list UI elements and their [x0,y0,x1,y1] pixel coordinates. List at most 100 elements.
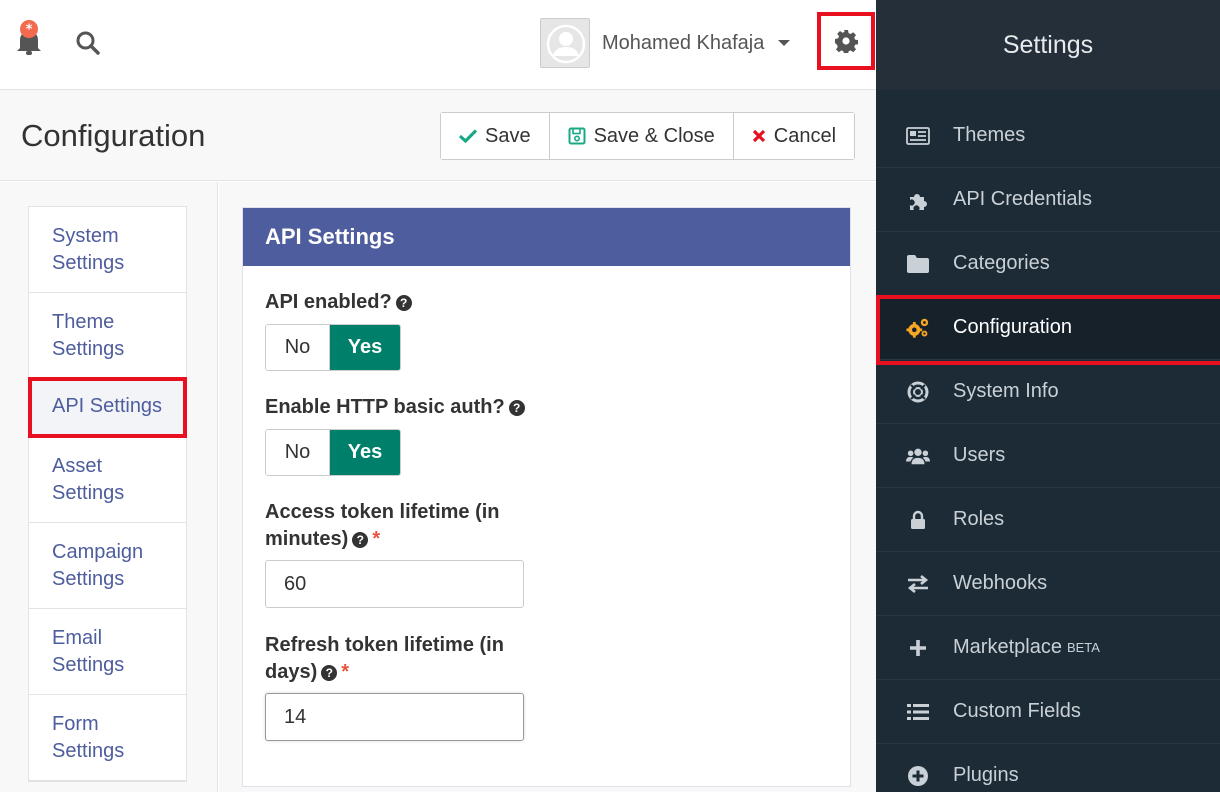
top-bar: * Mohamed Khafaja [0,0,876,90]
nav-item-label: Settings [52,740,125,762]
api-enabled-no-button[interactable]: No [266,325,330,370]
sidebar-item-system-info[interactable]: System Info [876,360,1220,424]
sidebar-item-label: API Credentials [953,188,1092,210]
api-enabled-yes-button[interactable]: Yes [330,325,400,370]
refresh-token-label-line: Refresh token lifetime (in [265,634,504,656]
nav-item-label: Campaign [52,541,144,563]
lock-icon [906,508,930,532]
nav-item-label: Settings [52,654,125,676]
api-enabled-label: API enabled?? [265,289,412,316]
access-token-label-line: Access token lifetime (in [265,501,500,523]
help-icon[interactable]: ? [352,532,369,548]
refresh-token-lifetime-input[interactable]: 14 [265,693,524,741]
sidebar-item-label: Roles [953,508,1005,530]
nav-item-campaign-settings[interactable]: Campaign Settings [29,523,186,609]
basic-auth-toggle: No Yes [265,429,401,476]
basic-auth-label: Enable HTTP basic auth?? [265,394,525,421]
sidebar-item-plugins[interactable]: Plugins [876,744,1220,792]
save-close-button-label: Save & Close [593,124,715,147]
sidebar-item-configuration[interactable]: Configuration [876,295,1220,365]
folder-icon [906,252,930,276]
sidebar-item-label: Custom Fields [953,700,1081,722]
life-ring-icon [906,380,930,404]
nav-item-api-settings[interactable]: API Settings [28,377,187,438]
page-title: Configuration [21,118,206,153]
help-icon[interactable]: ? [395,295,412,311]
settings-menu: Themes API Credentials Categories Config… [876,104,1220,792]
sidebar-item-label: Themes [953,124,1026,146]
sidebar-item-api-credentials[interactable]: API Credentials [876,168,1220,232]
sidebar-item-roles[interactable]: Roles [876,488,1220,552]
floppy-disk-icon [568,127,586,145]
sidebar-item-marketplace[interactable]: Marketplace BETA [876,616,1220,680]
sidebar-item-label: Plugins [953,764,1019,786]
sidebar-item-label: Webhooks [953,572,1048,594]
chevron-down-icon [778,40,791,46]
sidebar-title: Settings [876,0,1220,90]
toolbar-button-group: Save Save & Close Cancel [440,112,856,160]
nav-item-theme-settings[interactable]: Theme Settings [29,293,186,379]
user-menu[interactable]: Mohamed Khafaja [540,18,791,68]
nav-item-label: Asset [52,455,103,477]
nav-item-label: Theme [52,311,115,333]
access-token-label-line: minutes) [265,528,349,550]
refresh-token-label-line: days) [265,661,318,683]
svg-text:*: * [26,23,33,38]
nav-item-system-settings[interactable]: System Settings [29,207,186,293]
api-enabled-label-text: API enabled? [265,291,392,313]
sidebar-item-webhooks[interactable]: Webhooks [876,552,1220,616]
check-icon [459,129,477,143]
settings-sidebar: Settings Themes API Credentials Categori… [876,0,1220,792]
required-asterisk: * [372,528,381,550]
close-icon [752,129,766,143]
sidebar-item-themes[interactable]: Themes [876,104,1220,168]
config-section-nav: System Settings Theme Settings API Setti… [28,206,187,782]
basic-auth-label-text: Enable HTTP basic auth? [265,396,505,418]
cogs-icon [906,316,930,340]
basic-auth-no-button[interactable]: No [266,430,330,475]
nav-item-email-settings[interactable]: Email Settings [29,609,186,695]
nav-item-label: Settings [52,482,125,504]
save-close-button[interactable]: Save & Close [549,113,734,159]
settings-gear-button[interactable] [817,12,875,70]
sidebar-item-label: System Info [953,380,1059,402]
basic-auth-yes-button[interactable]: Yes [330,430,400,475]
sidebar-item-label: Configuration [953,316,1072,338]
notification-bell-icon[interactable]: * [14,18,44,58]
nav-item-label: API Settings [52,395,163,417]
puzzle-icon [906,188,930,212]
gear-icon [835,30,858,53]
beta-badge: BETA [1066,640,1100,655]
sidebar-item-label: Users [953,444,1006,466]
save-button-label: Save [485,124,531,147]
sidebar-item-label: Categories [953,252,1050,274]
sidebar-item-label: Marketplace [953,636,1062,658]
api-enabled-toggle: No Yes [265,324,401,371]
exchange-icon [906,572,930,596]
plus-circle-icon [906,764,930,788]
plus-icon [906,636,930,660]
user-name: Mohamed Khafaja [602,31,765,54]
help-icon[interactable]: ? [321,665,338,681]
nav-item-asset-settings[interactable]: Asset Settings [29,437,186,523]
cancel-button[interactable]: Cancel [733,113,855,159]
access-token-lifetime-input[interactable]: 60 [265,560,524,608]
sidebar-item-categories[interactable]: Categories [876,232,1220,296]
nav-item-label: Form [52,713,99,735]
nav-item-label: Settings [52,252,125,274]
save-button[interactable]: Save [441,113,550,159]
nav-item-label: Settings [52,568,125,590]
nav-item-label: Email [52,627,103,649]
api-settings-panel: API Settings API enabled?? No Yes Enable… [242,207,851,787]
sidebar-item-custom-fields[interactable]: Custom Fields [876,680,1220,744]
search-icon[interactable] [75,30,101,56]
help-icon[interactable]: ? [508,400,525,416]
nav-item-label: System [52,225,119,247]
cancel-button-label: Cancel [773,124,837,147]
refresh-token-label: Refresh token lifetime (in days)? * [265,632,504,686]
nav-item-form-settings[interactable]: Form Settings [29,695,186,781]
page-header: Configuration Save Save & Close Cancel [0,91,876,181]
sidebar-item-users[interactable]: Users [876,424,1220,488]
nav-item-label: Settings [52,338,125,360]
panel-title: API Settings [243,208,850,266]
